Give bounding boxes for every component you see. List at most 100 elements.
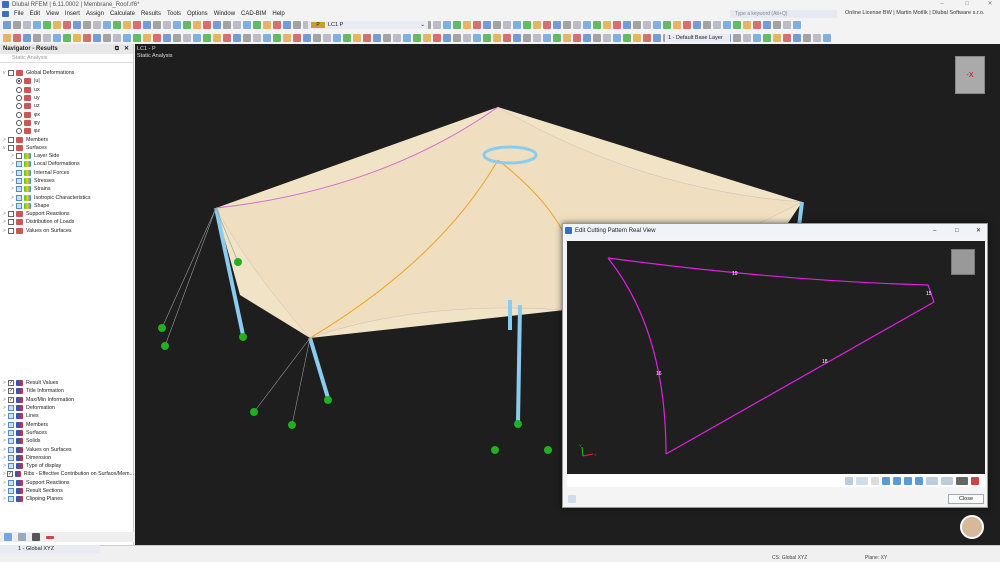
toolbar-button-icon[interactable]: [13, 21, 21, 29]
toolbar-button-icon[interactable]: [343, 34, 351, 42]
tree-item[interactable]: |u|: [0, 77, 134, 85]
checkbox[interactable]: [16, 194, 22, 201]
menu-app-icon[interactable]: [2, 11, 9, 17]
toolbar-button-icon[interactable]: [753, 21, 761, 29]
zoom-all-icon[interactable]: [845, 476, 853, 485]
checkbox[interactable]: [8, 413, 14, 420]
toolbar-button-icon[interactable]: [53, 34, 61, 42]
toolbar-button-icon[interactable]: [223, 34, 231, 42]
tree-item[interactable]: > Lines: [0, 412, 134, 420]
toolbar-button-icon[interactable]: [813, 34, 821, 42]
toolbar-button-icon[interactable]: [313, 34, 321, 42]
toolbar-button-icon[interactable]: [493, 21, 501, 29]
checkbox[interactable]: [8, 421, 14, 428]
checkbox[interactable]: [8, 227, 14, 234]
tab-camera-icon[interactable]: [32, 533, 40, 541]
toolbar-button-icon[interactable]: [413, 34, 421, 42]
toolbar-button-icon[interactable]: [43, 21, 51, 29]
radio-button[interactable]: [16, 128, 22, 135]
toolbar-button-icon[interactable]: [763, 21, 771, 29]
checkbox[interactable]: [8, 479, 14, 486]
toolbar-button-icon[interactable]: [283, 21, 291, 29]
toolbar-button-icon[interactable]: [733, 21, 741, 29]
toolbar-button-icon[interactable]: [133, 34, 141, 42]
toolbar-button-icon[interactable]: [53, 21, 61, 29]
checkbox[interactable]: [8, 136, 14, 143]
toolbar-button-icon[interactable]: [263, 34, 271, 42]
toolbar-button-icon[interactable]: [753, 34, 761, 42]
toolbar-button-icon[interactable]: [123, 34, 131, 42]
radio-button[interactable]: [16, 86, 22, 93]
toolbar-button-icon[interactable]: [463, 34, 471, 42]
toolbar-button-icon[interactable]: [623, 21, 631, 29]
toolbar-button-icon[interactable]: [43, 34, 51, 42]
tree-item[interactable]: > Values on Surfaces: [0, 445, 134, 453]
tree-item[interactable]: > Result Sections: [0, 487, 134, 495]
toolbar-button-icon[interactable]: [333, 34, 341, 42]
toolbar-button-icon[interactable]: [173, 34, 181, 42]
search-zoom-icon[interactable]: [568, 495, 576, 503]
checkbox[interactable]: [8, 496, 14, 503]
toolbar-button-icon[interactable]: [683, 21, 691, 29]
pin-icon[interactable]: ⧉: [115, 44, 119, 54]
tree-item[interactable]: > Values on Surfaces: [0, 227, 134, 235]
toolbar-button-icon[interactable]: [563, 34, 571, 42]
checkbox[interactable]: ✓: [8, 380, 14, 387]
radio-button[interactable]: [16, 103, 22, 110]
tree-item[interactable]: > Isotropic Characteristics: [0, 193, 134, 201]
toolbar-button-icon[interactable]: [203, 34, 211, 42]
checkbox[interactable]: [16, 153, 22, 160]
checkbox[interactable]: [8, 446, 14, 453]
checkbox[interactable]: [8, 219, 14, 226]
toolbar-button-icon[interactable]: [713, 21, 721, 29]
toolbar-button-icon[interactable]: [213, 21, 221, 29]
toolbar-button-icon[interactable]: [233, 34, 241, 42]
toolbar-button-icon[interactable]: [673, 21, 681, 29]
toolbar-button-icon[interactable]: [383, 34, 391, 42]
toolbar-button-icon[interactable]: [23, 21, 31, 29]
toolbar-button-icon[interactable]: [113, 34, 121, 42]
toolbar-button-icon[interactable]: [693, 21, 701, 29]
tree-item[interactable]: v Surfaces: [0, 144, 134, 152]
tab-view-icon[interactable]: [18, 533, 26, 541]
tree-item[interactable]: > Type of display: [0, 462, 134, 470]
toolbar-button-icon[interactable]: [763, 34, 771, 42]
menu-view[interactable]: View: [43, 11, 62, 17]
toolbar-button-icon[interactable]: [523, 21, 531, 29]
toolbar-button-icon[interactable]: [803, 34, 811, 42]
toolbar-button-icon[interactable]: [543, 34, 551, 42]
toolbar-button-icon[interactable]: [223, 21, 231, 29]
load-case-select[interactable]: P LC1 P ⌄: [308, 21, 428, 29]
tree-item[interactable]: > Dimension: [0, 454, 134, 462]
toolbar-button-icon[interactable]: [443, 21, 451, 29]
tree-item[interactable]: > Clipping Planes: [0, 495, 134, 503]
checkbox[interactable]: [8, 405, 14, 412]
toolbar-button-icon[interactable]: [593, 34, 601, 42]
tree-item[interactable]: v Global Deformations: [0, 69, 134, 77]
toolbar-button-icon[interactable]: [543, 21, 551, 29]
toolbar-button-icon[interactable]: [653, 34, 661, 42]
toolbar-button-icon[interactable]: [603, 34, 611, 42]
toolbar-button-icon[interactable]: [553, 34, 561, 42]
toolbar-button-icon[interactable]: [143, 34, 151, 42]
toolbar-button-icon[interactable]: [633, 34, 641, 42]
checkbox[interactable]: [16, 169, 22, 176]
checkbox[interactable]: [16, 161, 22, 168]
checkbox[interactable]: ✓: [8, 396, 14, 403]
toolbar-button-icon[interactable]: [783, 34, 791, 42]
toolbar-button-icon[interactable]: [473, 21, 481, 29]
toolbar-button-icon[interactable]: [613, 34, 621, 42]
user-avatar[interactable]: [960, 515, 984, 539]
toolbar-button-icon[interactable]: [643, 21, 651, 29]
toolbar-button-icon[interactable]: [793, 34, 801, 42]
display-mode-icon[interactable]: [926, 476, 938, 485]
tab-results-icon[interactable]: [46, 535, 54, 539]
toolbar-button-icon[interactable]: [653, 21, 661, 29]
toolbar-button-icon[interactable]: [163, 21, 171, 29]
toolbar-button-icon[interactable]: [153, 34, 161, 42]
toolbar-button-icon[interactable]: [373, 34, 381, 42]
menu-help[interactable]: Help: [269, 11, 287, 17]
toolbar-button-icon[interactable]: [523, 34, 531, 42]
tab-data-icon[interactable]: [4, 533, 12, 541]
close-window-button[interactable]: ✕: [983, 0, 997, 9]
